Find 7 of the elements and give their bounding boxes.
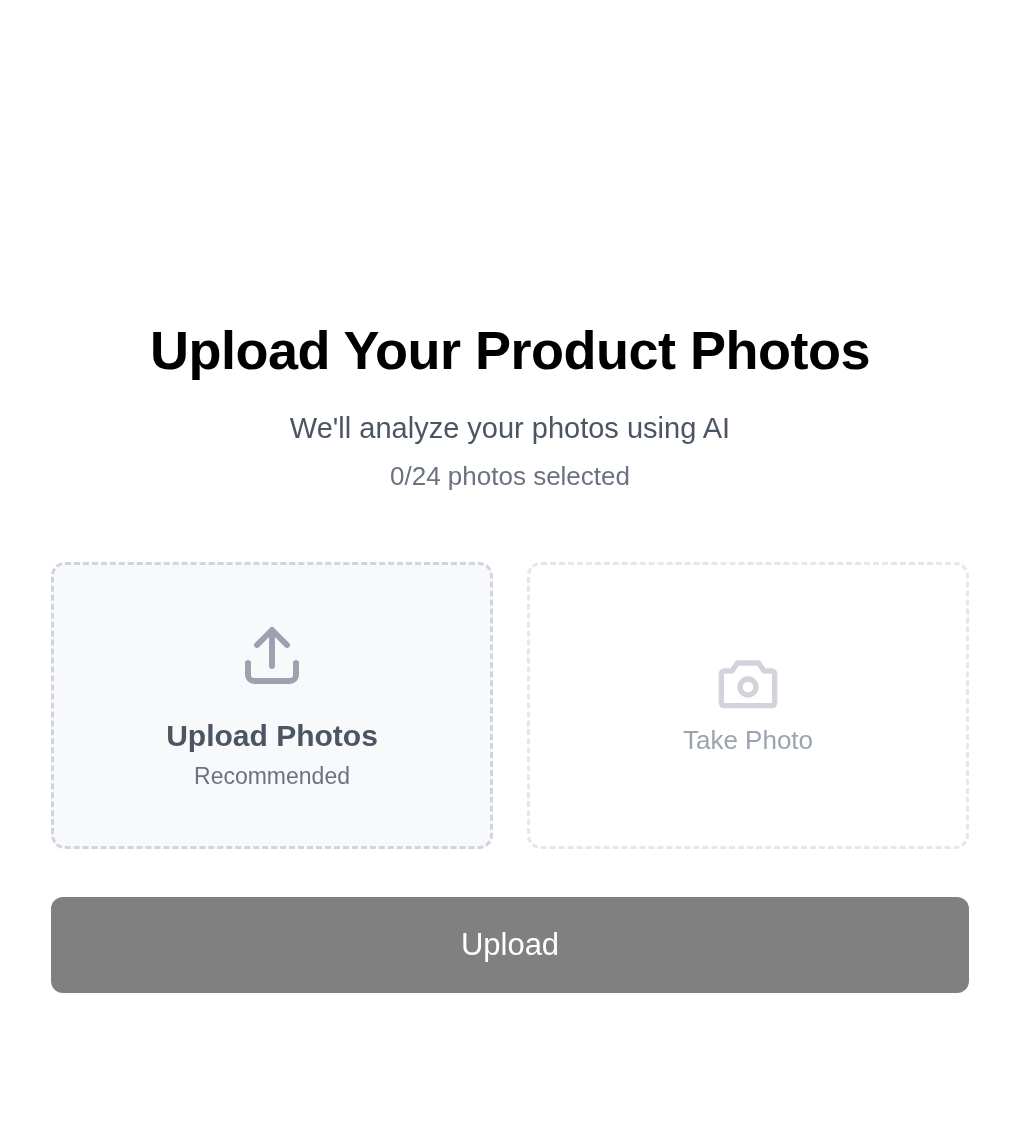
option-note: Recommended [194, 763, 350, 790]
subtitle: We'll analyze your photos using AI [289, 411, 731, 446]
photo-count: 0/24 photos selected [390, 460, 630, 492]
option-label: Upload Photos [166, 719, 378, 753]
upload-photos-card[interactable]: Upload Photos Recommended [51, 562, 493, 849]
page-title: Upload Your Product Photos [150, 319, 870, 382]
option-label: Take Photo [682, 725, 814, 756]
